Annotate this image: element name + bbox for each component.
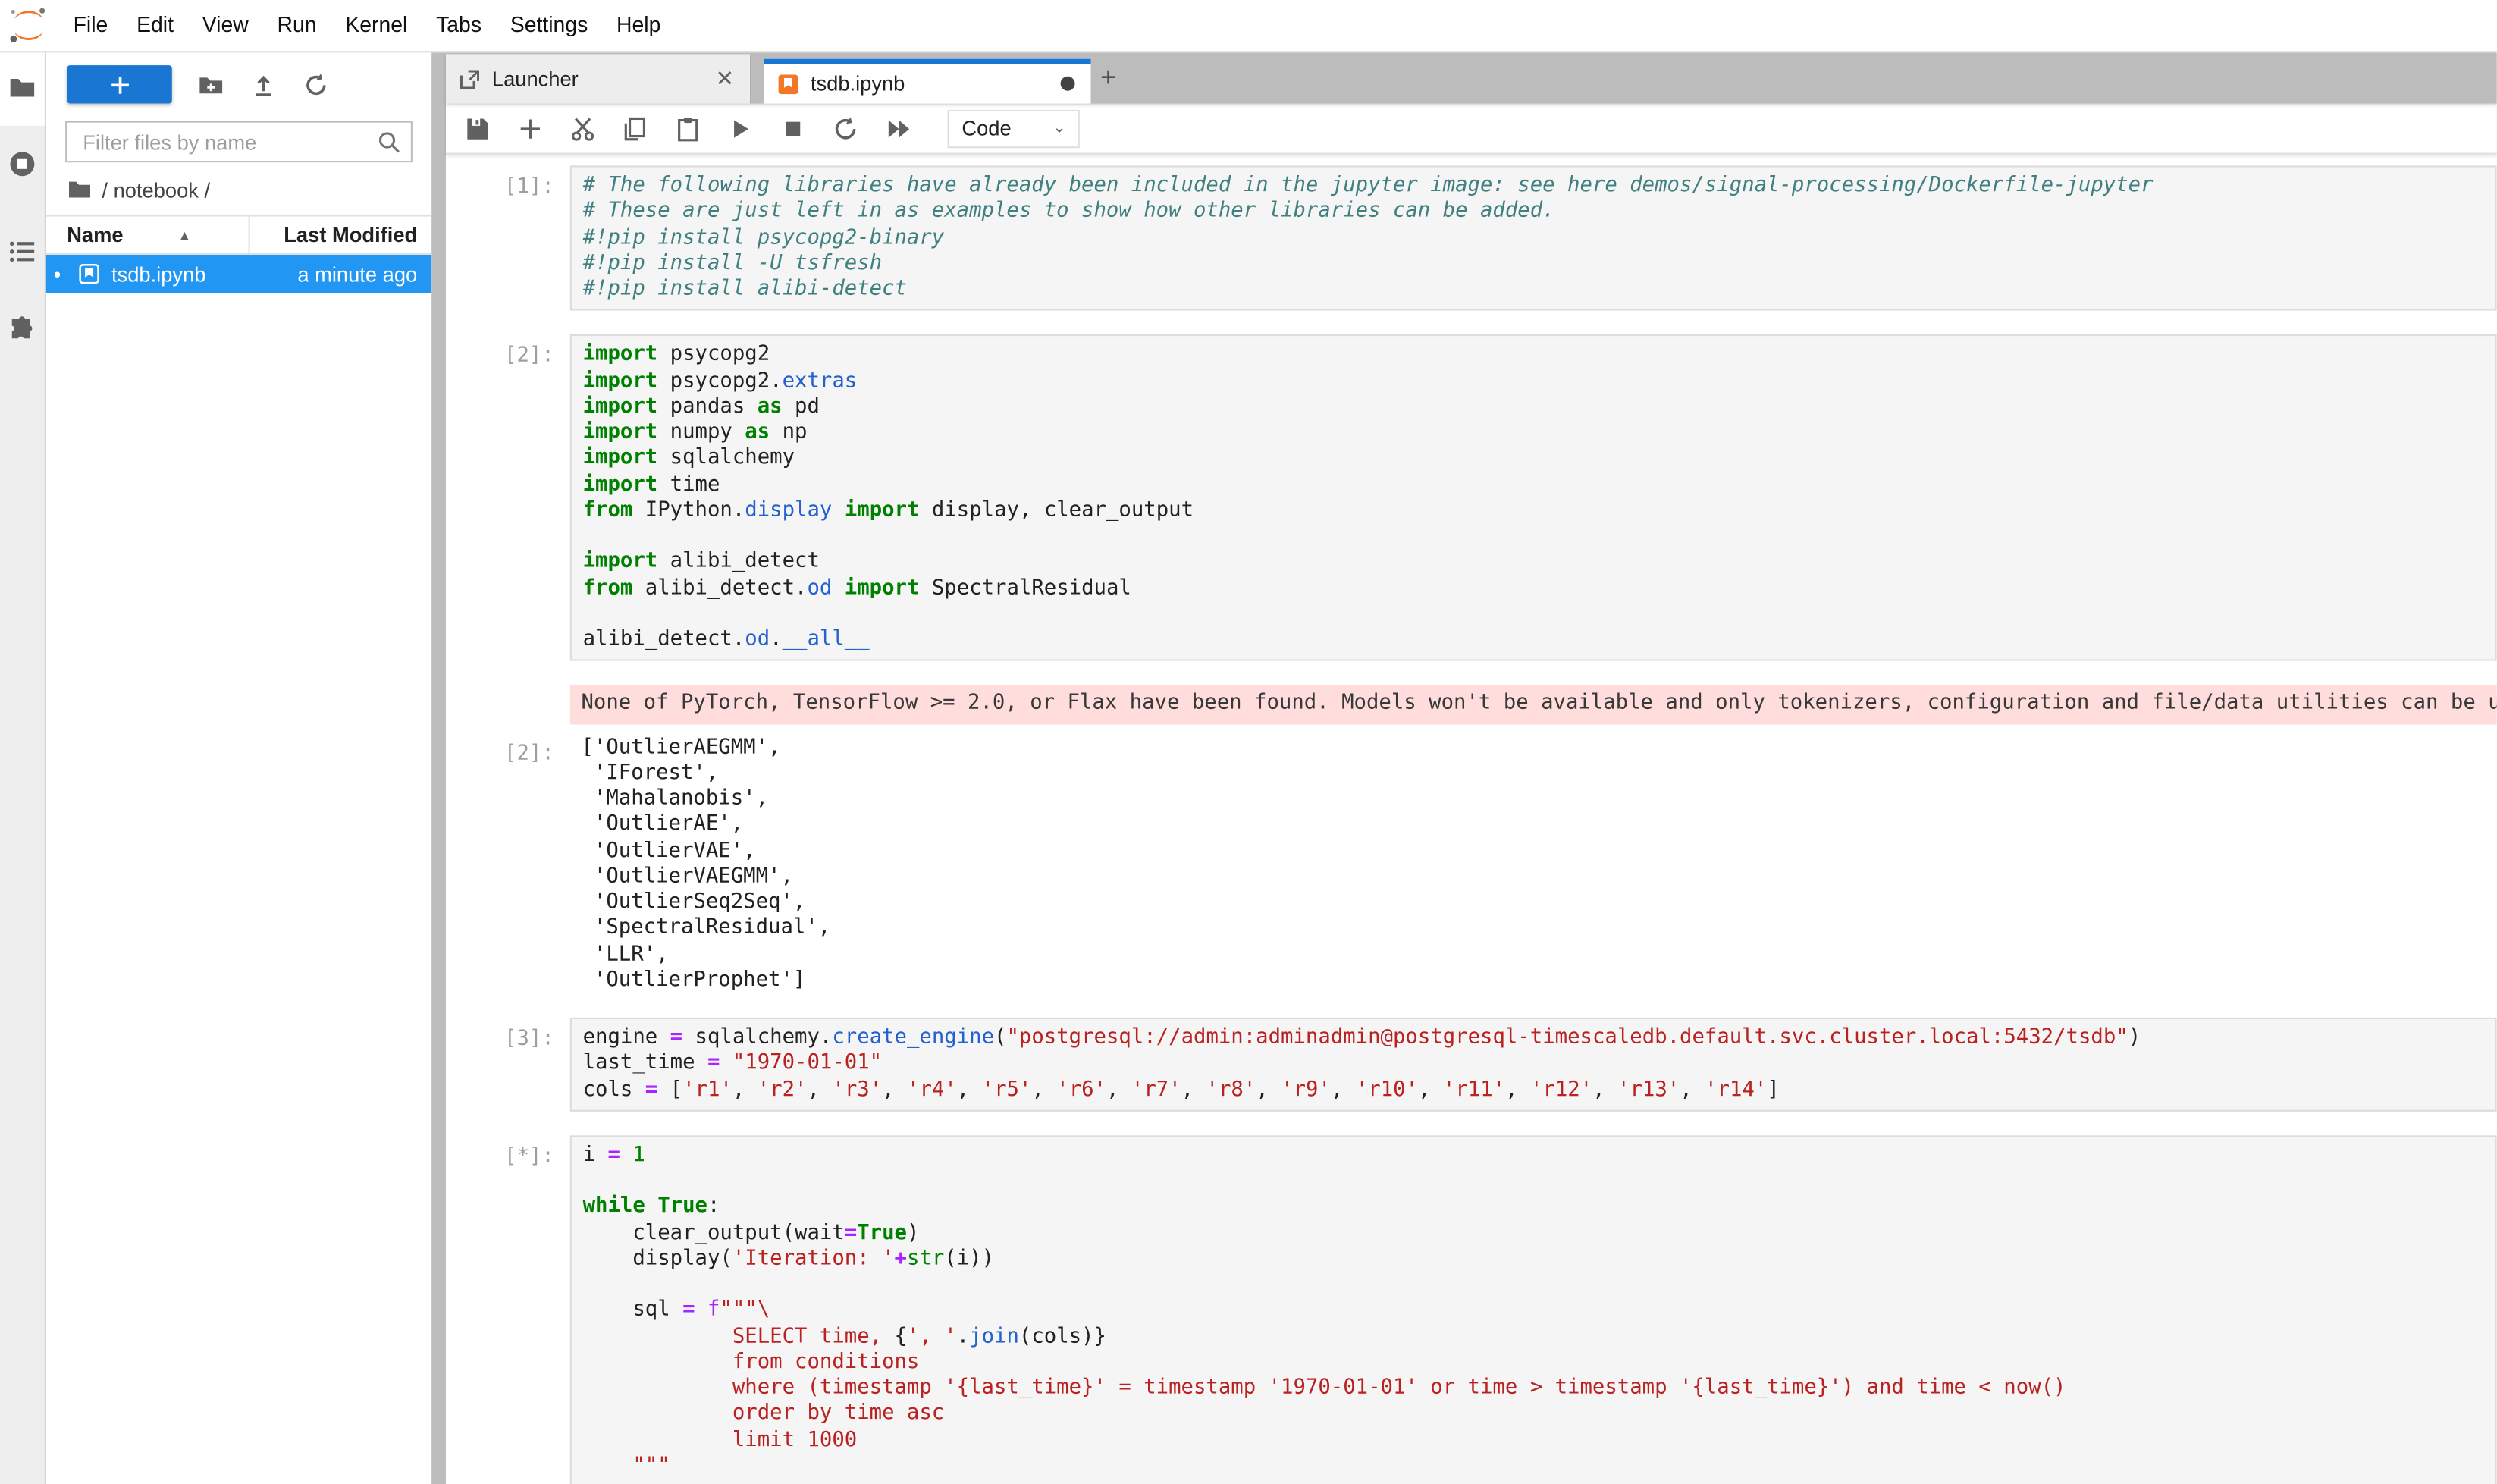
restart-run-all-icon[interactable] bbox=[886, 115, 911, 141]
menu-bar: FileEditViewRunKernelTabsSettingsHelp bbox=[0, 0, 2497, 52]
run-cell-icon[interactable] bbox=[728, 115, 754, 141]
new-tab-button[interactable]: + bbox=[1090, 62, 1128, 104]
refresh-icon[interactable] bbox=[303, 71, 330, 98]
new-folder-icon[interactable] bbox=[197, 71, 224, 98]
jupyterlab-window: FileEditViewRunKernelTabsSettingsHelp bbox=[0, 0, 2497, 1484]
paste-cells-icon[interactable] bbox=[675, 115, 701, 141]
sort-ascending-icon: ▲ bbox=[177, 227, 192, 243]
dock-tab-bar: Launcher ✕ tsdb.ipynb + bbox=[446, 52, 2497, 103]
code-editor[interactable]: import psycopg2import psycopg2.extrasimp… bbox=[570, 335, 2497, 661]
menu-file[interactable]: File bbox=[59, 0, 123, 51]
cell-type-value: Code bbox=[961, 116, 1011, 140]
cell-output: ['OutlierAEGMM', 'IForest', 'Mahalanobis… bbox=[570, 732, 2497, 993]
table-of-contents-icon[interactable] bbox=[8, 237, 37, 266]
launcher-icon bbox=[459, 67, 481, 89]
activity-bar bbox=[0, 52, 46, 1484]
filter-files-input[interactable] bbox=[80, 128, 378, 155]
unsaved-changes-indicator bbox=[1061, 77, 1075, 91]
new-launcher-button[interactable] bbox=[67, 65, 172, 103]
notebook-cell-in3: [3]:engine = sqlalchemy.create_engine("p… bbox=[446, 1018, 2497, 1111]
menu-tabs[interactable]: Tabs bbox=[422, 0, 496, 51]
filter-files-box bbox=[65, 121, 413, 163]
file-browser-icon[interactable] bbox=[8, 74, 37, 102]
chevron-down-icon: ⌄ bbox=[1052, 120, 1066, 137]
notebook-icon bbox=[777, 73, 799, 95]
stderr-warning: None of PyTorch, TensorFlow >= 2.0, or F… bbox=[570, 686, 2497, 724]
search-icon bbox=[378, 130, 401, 154]
menu-kernel[interactable]: Kernel bbox=[331, 0, 422, 51]
code-editor[interactable]: i = 1 while True: clear_output(wait=True… bbox=[570, 1135, 2497, 1484]
plus-icon bbox=[109, 74, 130, 95]
running-file-bullet: • bbox=[46, 262, 68, 286]
jupyter-logo bbox=[8, 6, 50, 44]
code-editor[interactable]: engine = sqlalchemy.create_engine("postg… bbox=[570, 1018, 2497, 1111]
menu-run[interactable]: Run bbox=[263, 0, 331, 51]
notebook-file-icon bbox=[78, 262, 100, 284]
cell-prompt: [2]: bbox=[446, 732, 570, 765]
interrupt-kernel-icon[interactable] bbox=[780, 115, 806, 141]
cell-prompt: [3]: bbox=[446, 1018, 570, 1051]
file-modified: a minute ago bbox=[297, 262, 431, 286]
code-editor[interactable]: # The following libraries have already b… bbox=[570, 165, 2497, 311]
notebook-cell-in1: [1]:# The following libraries have alrea… bbox=[446, 165, 2497, 311]
tab-tsdb-notebook[interactable]: tsdb.ipynb bbox=[764, 59, 1090, 104]
notebook-cell-stderr: None of PyTorch, TensorFlow >= 2.0, or F… bbox=[446, 686, 2497, 724]
breadcrumb[interactable]: / notebook / bbox=[67, 177, 413, 202]
menu-edit[interactable]: Edit bbox=[122, 0, 188, 51]
notebook-cell-in2: [2]:import psycopg2import psycopg2.extra… bbox=[446, 335, 2497, 661]
close-tab-icon[interactable]: ✕ bbox=[712, 65, 737, 93]
tab-launcher[interactable]: Launcher ✕ bbox=[446, 54, 751, 103]
file-name: tsdb.ipynb bbox=[68, 262, 297, 286]
add-cell-icon[interactable] bbox=[517, 115, 543, 141]
menu-view[interactable]: View bbox=[188, 0, 263, 51]
file-browser-panel: / notebook / Name ▲ Last Modified •tsdb.… bbox=[46, 52, 431, 1484]
restart-kernel-icon[interactable] bbox=[833, 115, 858, 141]
cell-prompt: [1]: bbox=[446, 165, 570, 199]
breadcrumb-path: / notebook / bbox=[102, 177, 210, 202]
menu-help[interactable]: Help bbox=[602, 0, 675, 51]
notebook-toolbar: Code ⌄ bbox=[446, 104, 2497, 155]
sidebar-resize-handle[interactable] bbox=[431, 52, 446, 1484]
cell-prompt: [2]: bbox=[446, 335, 570, 369]
file-list-header: Name ▲ Last Modified bbox=[46, 215, 431, 256]
cut-cells-icon[interactable] bbox=[570, 115, 596, 141]
cell-prompt bbox=[446, 686, 570, 695]
home-folder-icon bbox=[67, 177, 93, 202]
copy-cells-icon[interactable] bbox=[623, 115, 648, 141]
notebook-cell-out2: [2]:['OutlierAEGMM', 'IForest', 'Mahalan… bbox=[446, 732, 2497, 993]
file-row-tsdb.ipynb[interactable]: •tsdb.ipynba minute ago bbox=[46, 255, 431, 293]
notebook-scroll-area[interactable]: [1]:# The following libraries have alrea… bbox=[446, 155, 2497, 1484]
column-header-last-modified[interactable]: Last Modified bbox=[249, 217, 432, 253]
column-header-name[interactable]: Name ▲ bbox=[46, 223, 249, 247]
running-kernels-icon[interactable] bbox=[8, 149, 37, 178]
extension-manager-icon[interactable] bbox=[8, 315, 37, 344]
cell-prompt: [*]: bbox=[446, 1135, 570, 1169]
tab-label: tsdb.ipynb bbox=[811, 71, 1049, 96]
tab-label: Launcher bbox=[492, 67, 701, 91]
notebook-cell-in4: [*]:i = 1 while True: clear_output(wait=… bbox=[446, 1135, 2497, 1484]
cell-type-dropdown[interactable]: Code ⌄ bbox=[948, 109, 1081, 147]
menu-settings[interactable]: Settings bbox=[496, 0, 602, 51]
save-icon[interactable] bbox=[465, 115, 491, 141]
upload-icon[interactable] bbox=[250, 71, 278, 98]
